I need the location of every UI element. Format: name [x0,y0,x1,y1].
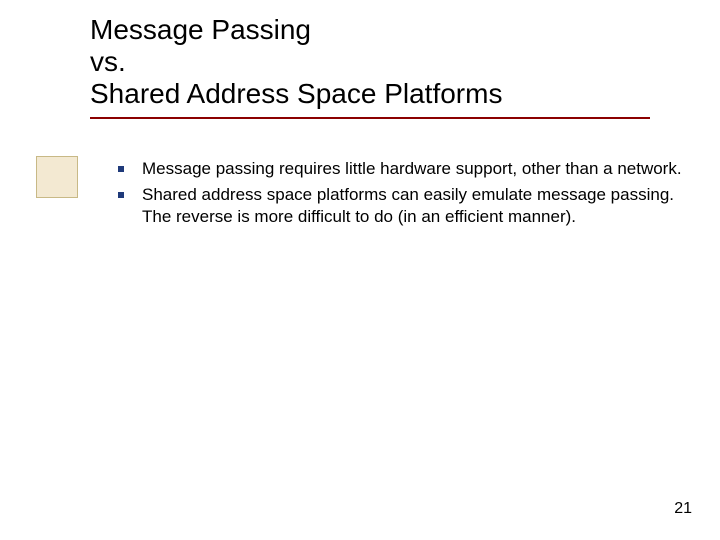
accent-square-icon [36,156,78,198]
square-bullet-icon [118,166,124,172]
title-line-2: vs. [90,46,650,78]
square-bullet-icon [118,192,124,198]
title-underline [90,117,650,119]
list-item: Message passing requires little hardware… [118,158,688,180]
bullet-text: Shared address space platforms can easil… [142,184,688,228]
bullet-text: Message passing requires little hardware… [142,158,682,180]
list-item: Shared address space platforms can easil… [118,184,688,228]
title-line-1: Message Passing [90,14,650,46]
slide: Message Passing vs. Shared Address Space… [0,0,720,540]
bullet-list: Message passing requires little hardware… [118,158,688,232]
title-line-3: Shared Address Space Platforms [90,78,650,110]
page-number: 21 [674,500,692,518]
slide-title: Message Passing vs. Shared Address Space… [90,14,650,119]
